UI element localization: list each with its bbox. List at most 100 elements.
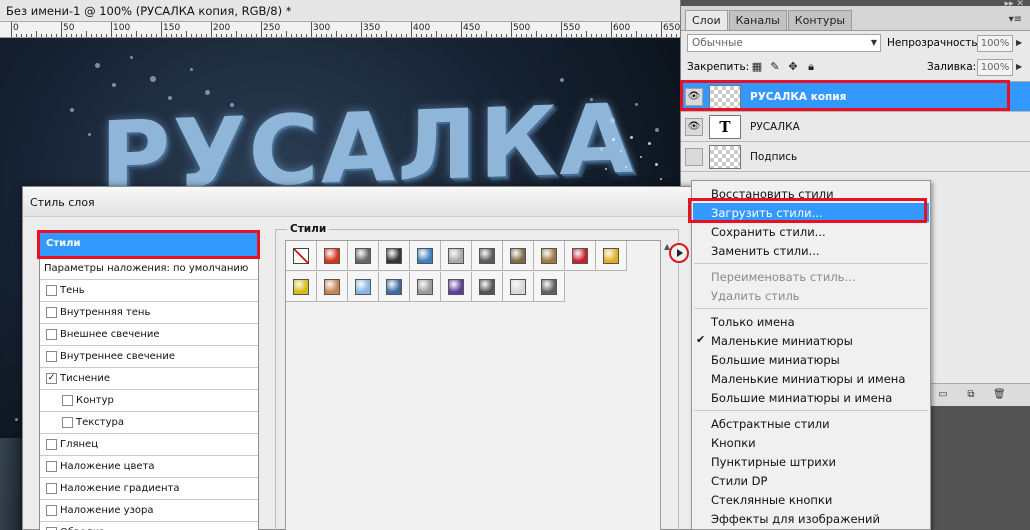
menu-item[interactable]: Стеклянные кнопки	[693, 490, 929, 509]
effect-row[interactable]: Тень	[40, 280, 258, 302]
layer-row[interactable]: 👁︎ РУСАЛКА копия	[681, 82, 1030, 112]
effect-row[interactable]: Глянец	[40, 434, 258, 456]
style-swatch[interactable]	[410, 272, 441, 302]
menu-item[interactable]: Только имена	[693, 312, 929, 331]
effect-row[interactable]: Внешнее свечение	[40, 324, 258, 346]
effect-row[interactable]: Наложение цвета	[40, 456, 258, 478]
eye-icon[interactable]	[685, 148, 703, 166]
style-swatch[interactable]	[441, 272, 472, 302]
effect-checkbox[interactable]	[62, 395, 73, 406]
effect-row[interactable]: Обводка	[40, 522, 258, 530]
effect-row[interactable]: ✓ Тиснение	[40, 368, 258, 390]
menu-item[interactable]: Загрузить стили...	[693, 203, 929, 222]
horizontal-ruler[interactable]: 0 50 100 150 200 250 300 350 400 450 500 550 600 650	[0, 22, 680, 38]
water-drop	[15, 418, 18, 421]
ruler-tick-label: 250	[263, 23, 281, 33]
effect-row[interactable]: Внутреннее свечение	[40, 346, 258, 368]
style-swatch[interactable]	[534, 272, 565, 302]
effect-row[interactable]: Внутренняя тень	[40, 302, 258, 324]
style-swatch[interactable]	[286, 272, 317, 302]
dialog-title-bar[interactable]: Стиль слоя	[23, 187, 691, 217]
style-swatch[interactable]	[596, 241, 627, 271]
no-style-icon[interactable]	[286, 241, 317, 271]
styles-grid[interactable]	[285, 240, 661, 530]
style-swatch[interactable]	[379, 241, 410, 271]
eye-icon[interactable]: 👁︎	[685, 118, 703, 136]
effect-label: Текстура	[76, 417, 125, 428]
menu-item[interactable]: Пунктирные штрихи	[693, 452, 929, 471]
panel-collapse-icon[interactable]: ▸▸ ✕	[1005, 0, 1024, 9]
fill-input[interactable]: 100%	[977, 59, 1013, 76]
style-swatch[interactable]	[472, 241, 503, 271]
panel-menu-icon[interactable]: ▾≡	[1009, 14, 1022, 25]
effect-row[interactable]: Контур	[40, 390, 258, 412]
style-swatch[interactable]	[317, 241, 348, 271]
menu-item[interactable]: Кнопки	[693, 433, 929, 452]
menu-item[interactable]: Эффекты для изображений	[693, 509, 929, 528]
effect-row[interactable]: Текстура	[40, 412, 258, 434]
document-title-bar[interactable]: Без имени-1 @ 100% (РУСАЛКА копия, RGB/8…	[0, 0, 680, 22]
brush-icon[interactable]: ✎	[769, 61, 781, 73]
style-swatch[interactable]	[317, 272, 348, 302]
menu-item[interactable]: Восстановить стили	[693, 184, 929, 203]
effect-checkbox[interactable]	[46, 307, 57, 318]
ruler-minor-mark	[631, 34, 632, 37]
style-swatch[interactable]	[379, 272, 410, 302]
new-group-icon[interactable]: ▭	[937, 389, 949, 401]
effect-row[interactable]: Наложение градиента	[40, 478, 258, 500]
tab-layers[interactable]: Слои	[685, 10, 728, 30]
menu-item[interactable]: Большие миниатюры и имена	[693, 388, 929, 407]
menu-item[interactable]: Абстрактные стили	[693, 414, 929, 433]
styles-flyout-menu-button[interactable]	[669, 243, 689, 263]
opacity-slider-arrow-icon[interactable]: ▶	[1016, 38, 1022, 47]
effect-checkbox[interactable]	[46, 461, 57, 472]
lock-transparent-pixels-icon[interactable]: ▦	[751, 61, 763, 73]
tab-channels[interactable]: Каналы	[728, 10, 787, 30]
style-swatch[interactable]	[503, 272, 534, 302]
style-swatch[interactable]	[410, 241, 441, 271]
effects-styles-header[interactable]: Стили	[40, 232, 258, 258]
layer-row[interactable]: Подпись	[681, 142, 1030, 172]
menu-item[interactable]: Большие миниатюры	[693, 350, 929, 369]
menu-item[interactable]: Маленькие миниатюры и имена	[693, 369, 929, 388]
lock-icon[interactable]: 🔒︎	[805, 61, 817, 73]
menu-item[interactable]: Стили DP	[693, 471, 929, 490]
menu-item[interactable]: ✔ Маленькие миниатюры	[693, 331, 929, 350]
blend-mode-select[interactable]: Обычные ▼	[687, 34, 881, 52]
menu-item-label: Только имена	[711, 315, 795, 329]
effect-checkbox[interactable]	[62, 417, 73, 428]
style-swatch[interactable]	[565, 241, 596, 271]
style-swatch[interactable]	[441, 241, 472, 271]
fill-slider-arrow-icon[interactable]: ▶	[1016, 62, 1022, 71]
ruler-minor-mark	[576, 34, 577, 37]
effect-checkbox[interactable]	[46, 351, 57, 362]
trash-icon[interactable]: 🗑︎	[993, 389, 1006, 401]
move-icon[interactable]: ✥	[787, 61, 799, 73]
eye-icon[interactable]: 👁︎	[685, 88, 703, 106]
tab-paths[interactable]: Контуры	[787, 10, 853, 30]
new-layer-icon[interactable]: ⧉	[965, 389, 977, 401]
effect-checkbox[interactable]	[46, 505, 57, 516]
style-swatch[interactable]	[472, 272, 503, 302]
ruler-minor-mark	[276, 34, 277, 37]
effect-checkbox[interactable]	[46, 285, 57, 296]
effect-checkbox[interactable]	[46, 439, 57, 450]
styles-scrollbar[interactable]: ▲	[664, 240, 674, 530]
layer-row[interactable]: 👁︎ T РУСАЛКА	[681, 112, 1030, 142]
effect-checkbox[interactable]: ✓	[46, 373, 57, 384]
style-swatch[interactable]	[503, 241, 534, 271]
effect-checkbox[interactable]	[46, 329, 57, 340]
style-swatch[interactable]	[534, 241, 565, 271]
blending-options-row[interactable]: Параметры наложения: по умолчанию	[40, 258, 258, 280]
chevron-down-icon: ▼	[870, 38, 877, 47]
style-swatch[interactable]	[348, 241, 379, 271]
menu-item[interactable]: Сохранить стили...	[693, 222, 929, 241]
effect-checkbox[interactable]	[46, 483, 57, 494]
ruler-minor-mark	[241, 34, 242, 37]
effect-row[interactable]: Наложение узора	[40, 500, 258, 522]
opacity-input[interactable]: 100%	[977, 35, 1013, 52]
panel-top-bar[interactable]: ▸▸ ✕	[681, 0, 1030, 9]
menu-item[interactable]: Заменить стили...	[693, 241, 929, 260]
ruler-minor-mark	[466, 34, 467, 37]
style-swatch[interactable]	[348, 272, 379, 302]
